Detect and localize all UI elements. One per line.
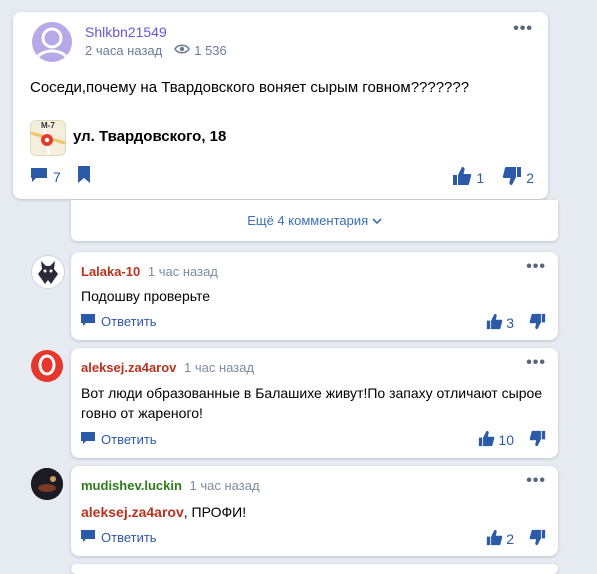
thumbs-down-icon[interactable]	[502, 166, 522, 189]
comment-text: Вот люди образованные в Балашихе живут!П…	[81, 385, 543, 421]
likes-count: 3	[506, 315, 514, 331]
comment-author[interactable]: mudishev.luckin	[81, 478, 182, 493]
comment-time: 1 час назад	[189, 478, 260, 493]
comment-icon[interactable]	[30, 167, 48, 188]
photo-avatar-icon	[31, 468, 63, 500]
bookmark-icon[interactable]	[77, 166, 91, 188]
avatar[interactable]	[31, 255, 65, 289]
likes-count: 10	[498, 432, 514, 448]
comment-icon	[81, 314, 95, 329]
map-pin-icon[interactable]: М-7	[30, 120, 66, 156]
more-comments-label: Ещё 4 комментария	[71, 213, 558, 228]
likes-count: 2	[506, 531, 514, 547]
author-avatar[interactable]	[32, 22, 72, 62]
comment-icon	[81, 530, 95, 545]
comment-card: aleksej.za4arov 1 час назад ••• Вот люди…	[71, 348, 558, 458]
avatar[interactable]	[31, 468, 63, 500]
comment-card: mudishev.luckin 1 час назад ••• aleksej.…	[71, 466, 558, 556]
more-comments-button[interactable]: Ещё 4 комментария	[71, 200, 558, 241]
comment-text-body: , ПРОФИ!	[183, 504, 247, 520]
post-votes: 1 2	[452, 166, 534, 189]
thumbs-up-icon[interactable]	[478, 430, 495, 450]
post-text: Соседи,почему на Твардовского воняет сыр…	[30, 79, 470, 96]
comment-time: 1 час назад	[184, 360, 255, 375]
user-silhouette-icon	[34, 27, 70, 61]
comment-votes: 3	[486, 313, 546, 333]
comment-author[interactable]: Lalaka-10	[81, 264, 140, 279]
comment-text: Подошву проверьте	[81, 288, 210, 304]
comment-time: 1 час назад	[147, 264, 218, 279]
reply-label: Ответить	[101, 314, 157, 329]
avatar[interactable]	[31, 350, 63, 382]
post-meta: 2 часа назад 1 536	[85, 43, 227, 58]
post-actions: 7	[30, 166, 91, 188]
thumbs-up-icon[interactable]	[486, 529, 503, 549]
comment-card: Lalaka-10 1 час назад ••• Подошву провер…	[71, 252, 558, 340]
chevron-down-icon	[372, 213, 382, 228]
post-views: 1 536	[194, 43, 227, 58]
reply-button[interactable]: Ответить	[81, 314, 157, 329]
thumbs-down-icon[interactable]	[529, 529, 546, 549]
thumbs-up-icon[interactable]	[486, 313, 503, 333]
comment-card-partial	[71, 564, 558, 574]
more-dots-icon[interactable]: •••	[513, 20, 533, 38]
more-dots-icon[interactable]: •••	[526, 354, 546, 372]
mention-link[interactable]: aleksej.za4arov	[81, 504, 184, 520]
likes-count: 1	[476, 169, 485, 186]
reply-button[interactable]: Ответить	[81, 432, 157, 447]
thumbs-up-icon[interactable]	[452, 166, 472, 189]
user-silhouette-icon	[38, 354, 56, 376]
thumbs-down-icon[interactable]	[529, 430, 546, 450]
post-time: 2 часа назад	[85, 43, 163, 58]
comment-header: aleksej.za4arov 1 час назад	[81, 360, 254, 375]
thumbs-down-icon[interactable]	[529, 313, 546, 333]
reply-button[interactable]: Ответить	[81, 530, 157, 545]
post-address[interactable]: ул. Твардовского, 18	[73, 128, 226, 145]
reply-label: Ответить	[101, 432, 157, 447]
comment-icon	[81, 432, 95, 447]
post-author[interactable]: Shlkbn21549	[85, 24, 167, 40]
more-dots-icon[interactable]: •••	[526, 472, 546, 490]
more-dots-icon[interactable]: •••	[526, 258, 546, 276]
eye-icon	[174, 43, 191, 58]
dislikes-count: 2	[526, 169, 534, 186]
comment-text: aleksej.za4arov, ПРОФИ!	[81, 502, 246, 522]
comment-header: mudishev.luckin 1 час назад	[81, 478, 260, 493]
post-card: Shlkbn21549 2 часа назад 1 536 ••• Сосед…	[13, 12, 548, 199]
comment-author[interactable]: aleksej.za4arov	[81, 360, 176, 375]
comment-header: Lalaka-10 1 час назад	[81, 264, 218, 279]
comment-votes: 10	[478, 430, 546, 450]
reply-label: Ответить	[101, 530, 157, 545]
comment-votes: 2	[486, 529, 546, 549]
map-road-label: М-7	[41, 121, 55, 130]
comments-count[interactable]: 7	[53, 169, 61, 185]
wolf-avatar-icon	[38, 261, 58, 284]
